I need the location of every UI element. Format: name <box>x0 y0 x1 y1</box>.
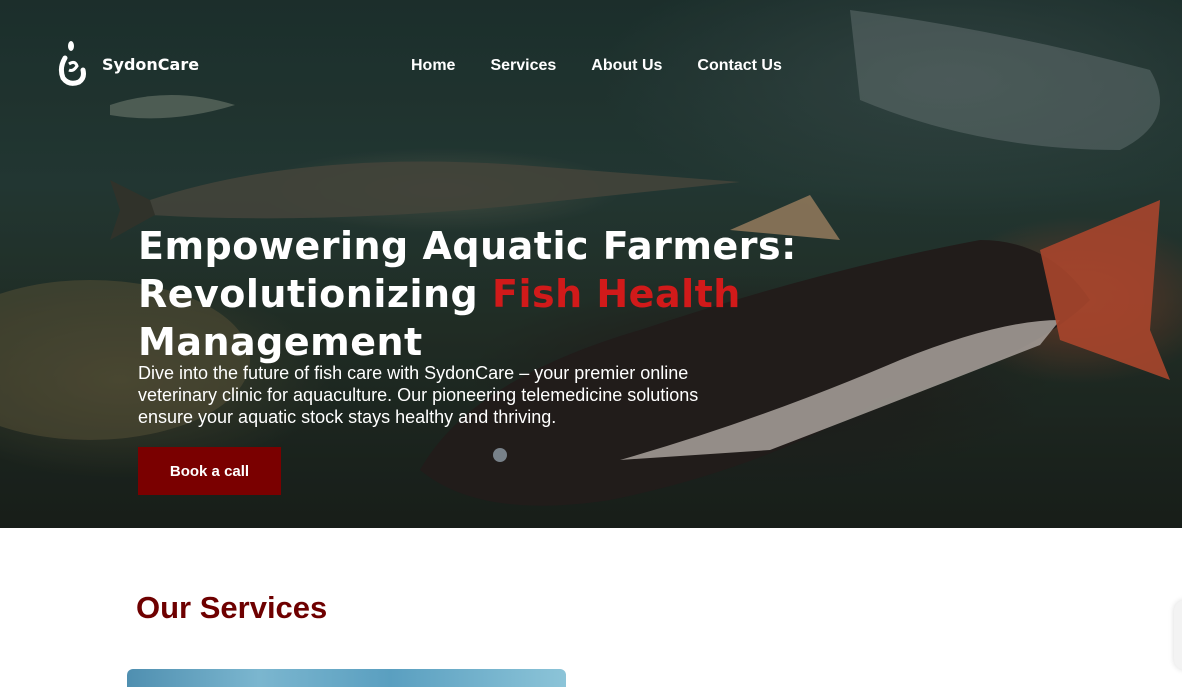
side-widget-tab[interactable] <box>1174 600 1182 670</box>
hero-section: SydonCare Home Services About Us Contact… <box>0 0 1182 528</box>
book-a-call-button[interactable]: Book a call <box>138 447 281 495</box>
service-card-image[interactable] <box>127 669 566 687</box>
fish-hook-icon <box>58 41 86 86</box>
nav-item-about-us[interactable]: About Us <box>591 57 662 75</box>
hero-headline: Empowering Aquatic Farmers: Revolutioniz… <box>138 222 838 366</box>
headline-part-2: Management <box>138 320 423 364</box>
brand-logo[interactable]: SydonCare <box>55 40 199 88</box>
headline-accent: Fish Health <box>492 272 741 316</box>
nav-item-services[interactable]: Services <box>490 57 556 75</box>
services-title: Our Services <box>136 590 328 625</box>
nav-item-contact-us[interactable]: Contact Us <box>697 57 781 75</box>
main-nav: Home Services About Us Contact Us <box>411 57 817 75</box>
nav-item-home[interactable]: Home <box>411 57 455 75</box>
hero-lead: Dive into the future of fish care with S… <box>138 363 699 427</box>
brand-name: SydonCare <box>102 54 200 74</box>
